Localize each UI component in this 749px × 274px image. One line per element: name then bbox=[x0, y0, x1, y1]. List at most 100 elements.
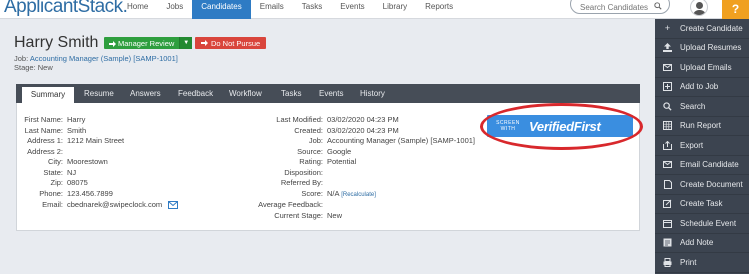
summary-value: Smith bbox=[67, 125, 87, 135]
summary-label: Job: bbox=[308, 136, 323, 145]
sidebar-item-label: Export bbox=[680, 140, 704, 150]
tab-summary[interactable]: Summary bbox=[22, 87, 74, 103]
envelope-icon bbox=[663, 63, 672, 72]
sidebar-item-label: Add to Job bbox=[680, 82, 719, 92]
sidebar-item-create-document[interactable]: Create Document bbox=[655, 175, 749, 195]
nav-tasks[interactable]: Tasks bbox=[293, 0, 331, 19]
nav-emails[interactable]: Emails bbox=[251, 0, 293, 19]
summary-value: NJ bbox=[67, 167, 77, 177]
summary-value: Potential bbox=[327, 157, 357, 166]
envelope-icon[interactable] bbox=[168, 201, 179, 210]
do-not-pursue-label: Do Not Pursue bbox=[211, 38, 261, 48]
sidebar-item-create-candidate[interactable]: + Create Candidate bbox=[655, 19, 749, 39]
sidebar-item-label: Run Report bbox=[680, 121, 721, 131]
tab-history[interactable]: History bbox=[360, 84, 385, 103]
tab-resume[interactable]: Resume bbox=[84, 84, 114, 103]
user-avatar[interactable] bbox=[690, 0, 708, 16]
search-box bbox=[570, 0, 670, 14]
sidebar-item-upload-resumes[interactable]: Upload Resumes bbox=[655, 39, 749, 58]
sidebar-item-label: Create Document bbox=[680, 179, 743, 189]
sidebar-item-label: Create Candidate bbox=[680, 23, 743, 33]
sidebar-item-label: Add Note bbox=[680, 238, 714, 248]
calendar-icon bbox=[663, 219, 672, 228]
summary-label: Average Feedback: bbox=[258, 200, 323, 209]
document-icon bbox=[663, 179, 672, 189]
plus-icon: + bbox=[664, 23, 671, 34]
sidebar-item-add-to-job[interactable]: Add to Job bbox=[655, 78, 749, 97]
summary-label: Current Stage: bbox=[274, 211, 323, 220]
status-button-label: Manager Review bbox=[104, 39, 179, 48]
search-input[interactable] bbox=[580, 3, 652, 12]
chevron-down-icon[interactable]: ▼ bbox=[179, 37, 193, 49]
email-text[interactable]: cbednarek@swipeclock.com bbox=[67, 200, 162, 209]
search-icon bbox=[663, 102, 672, 111]
summary-value: 03/02/2020 04:23 PM bbox=[327, 115, 399, 124]
tab-tasks[interactable]: Tasks bbox=[281, 84, 301, 103]
email-value: cbednarek@swipeclock.com bbox=[67, 200, 179, 210]
summary-label: Disposition: bbox=[284, 167, 323, 177]
summary-label: First Name: bbox=[24, 115, 63, 124]
add-icon bbox=[663, 82, 672, 92]
job-prefix: Job: bbox=[14, 54, 29, 63]
tab-answers[interactable]: Answers bbox=[130, 84, 161, 103]
summary-label: City: bbox=[48, 157, 63, 166]
summary-value: Moorestown bbox=[67, 157, 108, 166]
summary-label: Created: bbox=[294, 125, 323, 135]
nav-home[interactable]: Home bbox=[118, 0, 157, 19]
nav-candidates[interactable]: Candidates bbox=[192, 0, 251, 19]
sidebar-item-upload-emails[interactable]: Upload Emails bbox=[655, 58, 749, 78]
edit-icon bbox=[663, 199, 672, 209]
sidebar-item-export[interactable]: Export bbox=[655, 136, 749, 156]
sidebar-item-label: Search bbox=[680, 101, 706, 111]
summary-value: Harry bbox=[67, 115, 86, 124]
applicantstack-logo[interactable]: ApplicantStack. bbox=[4, 0, 128, 18]
nav-reports[interactable]: Reports bbox=[416, 0, 462, 19]
summary-label: Rating: bbox=[299, 157, 323, 166]
sidebar-item-label: Email Candidate bbox=[680, 160, 739, 170]
recalculate-link[interactable]: [Recalculate] bbox=[341, 192, 376, 198]
sidebar-item-label: Upload Resumes bbox=[680, 43, 742, 53]
tab-events[interactable]: Events bbox=[319, 84, 343, 103]
status-label-text: Manager Review bbox=[118, 38, 175, 48]
arrow-right-icon bbox=[201, 40, 208, 46]
sidebar-item-label: Schedule Event bbox=[680, 218, 737, 228]
summary-value: Google bbox=[327, 146, 352, 156]
summary-label: Last Modified: bbox=[276, 115, 323, 124]
status-dropdown-button[interactable]: Manager Review ▼ bbox=[104, 37, 193, 49]
summary-value: 1212 Main Street bbox=[67, 136, 125, 145]
tab-feedback[interactable]: Feedback bbox=[178, 84, 213, 103]
nav-events[interactable]: Events bbox=[331, 0, 373, 19]
stage-line: Stage: New bbox=[14, 63, 53, 72]
sidebar-item-label: Upload Emails bbox=[680, 62, 732, 72]
do-not-pursue-button[interactable]: Do Not Pursue bbox=[195, 37, 267, 49]
summary-value: 08075 bbox=[67, 178, 88, 187]
summary-label: Referred By: bbox=[280, 178, 323, 187]
actions-sidebar: + Create Candidate Upload Resumes Upload … bbox=[655, 19, 749, 274]
search-icon[interactable] bbox=[654, 2, 662, 10]
nav-jobs[interactable]: Jobs bbox=[157, 0, 192, 19]
sidebar-item-label: Print bbox=[680, 257, 697, 267]
upload-icon bbox=[663, 43, 672, 53]
table-icon bbox=[663, 121, 672, 131]
arrow-right-icon bbox=[109, 40, 116, 47]
sidebar-item-create-task[interactable]: Create Task bbox=[655, 195, 749, 214]
summary-label: Address 1: bbox=[27, 136, 63, 145]
job-link[interactable]: Accounting Manager (Sample) [SAMP-1001] bbox=[30, 54, 178, 63]
nav-library[interactable]: Library bbox=[374, 0, 416, 19]
summary-value: New bbox=[327, 211, 343, 220]
sidebar-item-run-report[interactable]: Run Report bbox=[655, 117, 749, 136]
sidebar-item-schedule-event[interactable]: Schedule Event bbox=[655, 214, 749, 234]
sidebar-item-email-candidate[interactable]: Email Candidate bbox=[655, 156, 749, 175]
main-nav: Home Jobs Candidates Emails Tasks Events… bbox=[118, 0, 462, 19]
sidebar-item-search[interactable]: Search bbox=[655, 97, 749, 117]
summary-label: Address 2: bbox=[27, 146, 63, 156]
summary-label: Zip: bbox=[50, 178, 63, 187]
summary-label: Email: bbox=[42, 200, 63, 209]
help-button[interactable]: ? bbox=[722, 0, 749, 19]
sidebar-item-add-note[interactable]: Add Note bbox=[655, 234, 749, 253]
tab-workflow[interactable]: Workflow bbox=[229, 84, 262, 103]
sidebar-item-print[interactable]: Print bbox=[655, 253, 749, 273]
summary-value: 123.456.7899 bbox=[67, 188, 113, 198]
print-icon bbox=[663, 257, 672, 267]
summary-value: 03/02/2020 04:23 PM bbox=[327, 125, 399, 135]
